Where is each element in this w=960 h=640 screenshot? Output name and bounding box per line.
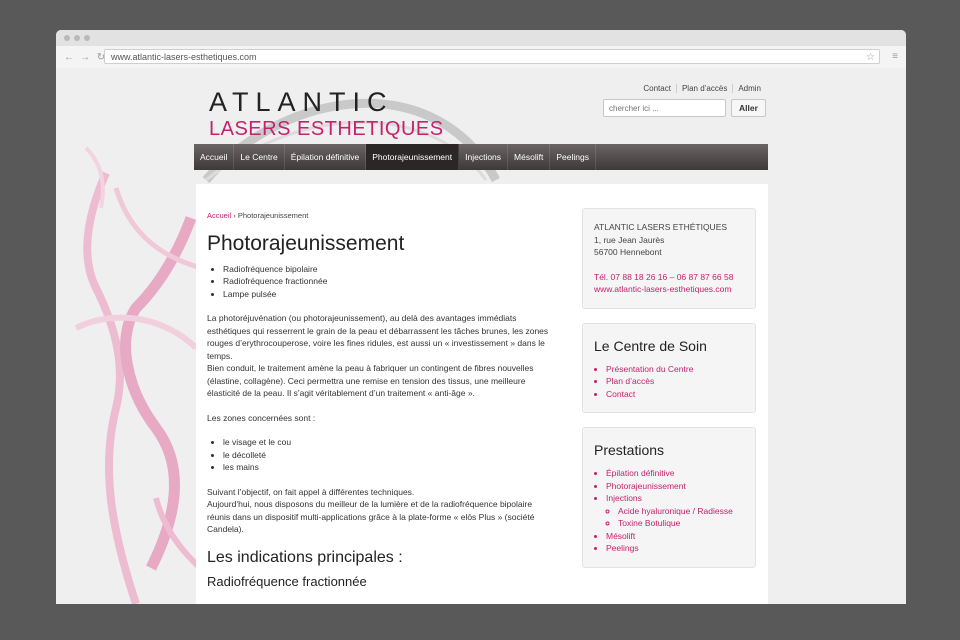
list-item: Radiofréquence fractionnée (223, 275, 557, 288)
forward-arrow-icon[interactable]: → (80, 52, 90, 63)
content-panel: Accueil › Photorajeunissement Photorajeu… (196, 184, 768, 604)
sidebar: ATLANTIC LASERS ETHÉTIQUES 1, rue Jean J… (582, 208, 756, 582)
sidebar-link-mesolift[interactable]: Mésolift (606, 530, 744, 543)
zones-list: le visage et le cou le décolleté les mai… (207, 436, 557, 474)
sidebar-link-presentation[interactable]: Présentation du Centre (606, 363, 744, 376)
sidebar-link-photorajeunissement[interactable]: Photorajeunissement (606, 480, 744, 493)
centre-box: Le Centre de Soin Présentation du Centre… (582, 322, 756, 413)
browser-menu-icon[interactable]: ≡ (892, 51, 898, 62)
prestations-box-title: Prestations (594, 442, 665, 458)
minimize-window-button[interactable] (74, 35, 80, 41)
toplink-contact[interactable]: Contact (638, 84, 676, 93)
list-item: le visage et le cou (223, 436, 557, 449)
list-item: Radiofréquence bipolaire (223, 263, 557, 276)
web-page: ATLANTIC LASERS ESTHETIQUES Contact Plan… (56, 68, 906, 604)
breadcrumb-separator: › (233, 211, 236, 220)
browser-window: ← → ↻ www.atlantic-lasers-esthetiques.co… (56, 30, 906, 604)
address-name: ATLANTIC LASERS ETHÉTIQUES (594, 222, 728, 232)
main-navigation: Accueil Le Centre Épilation définitive P… (194, 144, 768, 170)
techniques-text-1: Suivant l’objectif, on fait appel à diff… (207, 486, 415, 497)
address-box: ATLANTIC LASERS ETHÉTIQUES 1, rue Jean J… (582, 208, 756, 309)
toplink-plan-acces[interactable]: Plan d’accès (675, 84, 732, 93)
section-heading: Les indications principales : (207, 548, 403, 566)
list-item: Lampe pulsée (223, 288, 557, 301)
address-street: 1, rue Jean Jaurès (594, 234, 665, 245)
back-arrow-icon[interactable]: ← (64, 52, 74, 63)
breadcrumb-current: Photorajeunissement (237, 211, 309, 220)
prestations-box: Prestations Épilation définitive Photora… (582, 427, 756, 568)
nav-item-photorajeunissement[interactable]: Photorajeunissement (366, 144, 460, 170)
browser-toolbar: ← → ↻ www.atlantic-lasers-esthetiques.co… (56, 46, 906, 69)
main-column: Accueil › Photorajeunissement Photorajeu… (207, 210, 557, 596)
techniques-paragraph: Suivant l’objectif, on fait appel à diff… (207, 486, 557, 536)
sidebar-link-contact[interactable]: Contact (606, 388, 744, 401)
top-links: Contact Plan d’accès Admin (638, 84, 766, 93)
nav-item-epilation[interactable]: Épilation définitive (285, 144, 367, 170)
sidebar-link-toxine-botulique[interactable]: Toxine Botulique (618, 517, 744, 530)
maximize-window-button[interactable] (84, 35, 90, 41)
techniques-text-2: Aujourd’hui, nous disposons du meilleur … (207, 499, 535, 534)
sidebar-link-acide-hyaluronique[interactable]: Acide hyaluronique / Radiesse (618, 505, 744, 518)
sidebar-link-peelings[interactable]: Peelings (606, 542, 744, 555)
list-item: le décolleté (223, 449, 557, 462)
zones-paragraph: Les zones concernées sont : (207, 412, 316, 423)
nav-item-mesolift[interactable]: Mésolift (508, 144, 551, 170)
logo-line-1: ATLANTIC (209, 87, 394, 117)
nav-item-injections[interactable]: Injections (459, 144, 509, 170)
breadcrumb: Accueil › Photorajeunissement (207, 210, 557, 223)
address-web-link[interactable]: www.atlantic-lasers-esthetiques.com (594, 283, 744, 296)
technique-list: Radiofréquence bipolaire Radiofréquence … (207, 263, 557, 301)
sidebar-link-plan-acces[interactable]: Plan d’accès (606, 375, 744, 388)
nav-item-peelings[interactable]: Peelings (550, 144, 596, 170)
sidebar-link-injections-label: Injections (606, 493, 642, 503)
address-phone: Tél. 07 88 18 26 16 – 06 87 87 66 58 (594, 271, 734, 282)
intro-text-2: Bien conduit, le traitement amène la pea… (207, 363, 534, 398)
search-button[interactable]: Aller (731, 99, 766, 117)
window-controls (64, 35, 90, 41)
centre-box-title: Le Centre de Soin (594, 337, 707, 354)
centre-links: Présentation du Centre Plan d’accès Cont… (594, 363, 744, 401)
injections-sublinks: Acide hyaluronique / Radiesse Toxine Bot… (606, 505, 744, 530)
breadcrumb-home-link[interactable]: Accueil (207, 211, 231, 220)
search-form: Aller (603, 99, 766, 117)
url-text: www.atlantic-lasers-esthetiques.com (111, 52, 257, 62)
bookmark-star-icon[interactable]: ☆ (866, 50, 875, 65)
page-title: Photorajeunissement (207, 231, 405, 255)
search-input[interactable] (603, 99, 726, 117)
list-item: les mains (223, 461, 557, 474)
site-logo[interactable]: ATLANTIC LASERS ESTHETIQUES (209, 88, 444, 140)
title-bar (56, 30, 906, 46)
address-bar[interactable]: www.atlantic-lasers-esthetiques.com ☆ (104, 49, 880, 64)
subsection-heading: Radiofréquence fractionnée (207, 573, 367, 589)
intro-text-1: La photoréjuvénation (ou photorajeunisse… (207, 313, 549, 361)
prestations-links: Épilation définitive Photorajeunissement… (594, 467, 744, 555)
nav-item-accueil[interactable]: Accueil (194, 144, 235, 170)
sidebar-link-injections[interactable]: Injections Acide hyaluronique / Radiesse… (606, 492, 744, 530)
intro-paragraph: La photoréjuvénation (ou photorajeunisse… (207, 312, 557, 400)
address-city: 56700 Hennebont (594, 247, 662, 257)
sidebar-link-epilation[interactable]: Épilation définitive (606, 467, 744, 480)
nav-item-le-centre[interactable]: Le Centre (234, 144, 285, 170)
close-window-button[interactable] (64, 35, 70, 41)
toplink-admin[interactable]: Admin (732, 84, 766, 93)
logo-line-2: LASERS ESTHETIQUES (209, 118, 444, 140)
